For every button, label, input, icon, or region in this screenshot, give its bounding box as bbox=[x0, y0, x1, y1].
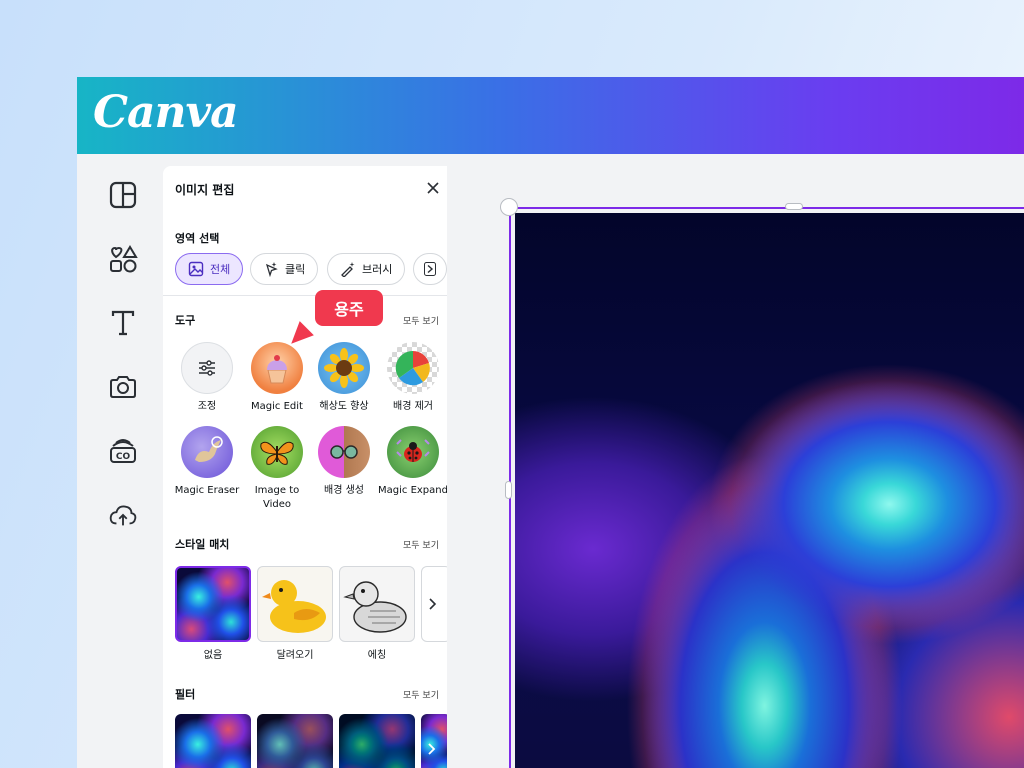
chip-brush-label: 브러시 bbox=[362, 263, 393, 276]
chip-all[interactable]: 전체 bbox=[175, 253, 244, 285]
style-scroll-right[interactable] bbox=[421, 566, 447, 642]
style-etching-thumb[interactable] bbox=[339, 566, 415, 642]
style-match-see-all-link[interactable]: 모두 보기 bbox=[403, 538, 439, 551]
tool-adjust[interactable]: 조정 bbox=[172, 342, 242, 414]
svg-text:CO: CO bbox=[116, 452, 131, 462]
tool-image-to-video[interactable]: Image to Video bbox=[242, 426, 312, 512]
chip-click[interactable]: 클릭 bbox=[250, 253, 319, 285]
tool-upscale[interactable]: 해상도 향상 bbox=[309, 342, 379, 414]
butterfly-icon bbox=[251, 426, 303, 478]
filter-thumb-3[interactable] bbox=[339, 714, 415, 768]
style-rubber-duck-thumb[interactable] bbox=[257, 566, 333, 642]
image-icon bbox=[188, 261, 204, 277]
chip-all-label: 전체 bbox=[210, 263, 231, 276]
text-icon[interactable] bbox=[108, 308, 138, 338]
tool-magic-edit-label: Magic Edit bbox=[251, 401, 303, 412]
chip-click-label: 클릭 bbox=[285, 263, 306, 276]
filters-title: 필터 bbox=[175, 688, 196, 701]
left-rail: CO bbox=[77, 154, 163, 768]
tool-upscale-label: 해상도 향상 bbox=[319, 401, 369, 412]
canva-app: Canva CO 이미지 편집 영역 선택 전체 클릭 브러시 도구 모두 보기… bbox=[77, 77, 1024, 768]
style-match-title: 스타일 매치 bbox=[175, 538, 230, 551]
tool-magic-expand[interactable]: Magic Expand bbox=[378, 426, 447, 498]
ladybug-icon bbox=[387, 426, 439, 478]
bird-icon bbox=[181, 426, 233, 478]
close-icon[interactable] bbox=[425, 180, 441, 196]
chevron-right-icon bbox=[424, 262, 436, 276]
chevron-right-icon bbox=[428, 743, 436, 755]
style-rubber-duck-label: 달려오기 bbox=[276, 650, 314, 661]
elements-icon[interactable] bbox=[108, 244, 138, 274]
style-none-label: 없음 bbox=[203, 650, 223, 661]
annotation-tag: 용주 bbox=[315, 290, 383, 326]
filter-thumb-1[interactable] bbox=[175, 714, 251, 768]
filter-thumb-2[interactable] bbox=[257, 714, 333, 768]
edit-image-panel: 이미지 편집 영역 선택 전체 클릭 브러시 도구 모두 보기 조정 Magic… bbox=[163, 166, 447, 768]
beach-ball-icon bbox=[387, 342, 439, 394]
rotate-handle[interactable] bbox=[500, 198, 518, 216]
etched-duck-icon bbox=[343, 581, 407, 633]
tool-bg-generate[interactable]: 배경 생성 bbox=[309, 426, 379, 498]
area-select-title: 영역 선택 bbox=[175, 232, 220, 245]
layout-icon[interactable] bbox=[108, 180, 138, 210]
resize-handle-left[interactable] bbox=[505, 481, 512, 499]
resize-handle-top[interactable] bbox=[785, 203, 803, 210]
tool-bg-remove[interactable]: 배경 제거 bbox=[378, 342, 447, 414]
canva-logo[interactable]: Canva bbox=[93, 87, 239, 138]
tool-magic-eraser-label: Magic Eraser bbox=[174, 485, 240, 496]
sunglasses-icon bbox=[318, 426, 370, 478]
top-bar: Canva bbox=[77, 77, 1024, 154]
tool-image-to-video-label: Image to Video bbox=[254, 485, 300, 510]
magic-brush-icon bbox=[341, 262, 355, 277]
tool-magic-eraser[interactable]: Magic Eraser bbox=[172, 426, 242, 498]
sliders-icon bbox=[181, 342, 233, 394]
tool-adjust-label: 조정 bbox=[197, 401, 217, 412]
tool-magic-edit[interactable]: Magic Edit bbox=[242, 342, 312, 414]
rubber-duck-icon bbox=[262, 580, 326, 633]
chevron-right-icon bbox=[429, 598, 437, 610]
sparkle-cursor-icon bbox=[265, 262, 278, 277]
chip-brush[interactable]: 브러시 bbox=[327, 253, 406, 285]
upload-cloud-icon[interactable] bbox=[108, 500, 138, 530]
section-divider bbox=[163, 295, 447, 296]
selection-frame bbox=[509, 207, 1024, 768]
tools-title: 도구 bbox=[175, 314, 196, 327]
panel-title: 이미지 편집 bbox=[175, 183, 235, 197]
tools-see-all-link[interactable]: 모두 보기 bbox=[403, 314, 439, 327]
tool-magic-expand-label: Magic Expand bbox=[378, 485, 447, 496]
sunflower-icon bbox=[318, 342, 370, 394]
camera-icon[interactable] bbox=[108, 372, 138, 402]
chip-scroll-right[interactable] bbox=[413, 253, 447, 285]
style-none-thumb[interactable] bbox=[175, 566, 251, 642]
filter-scroll-right[interactable] bbox=[421, 714, 447, 768]
filters-see-all-link[interactable]: 모두 보기 bbox=[403, 688, 439, 701]
tool-bg-generate-label: 배경 생성 bbox=[324, 485, 364, 496]
cupcake-icon bbox=[251, 342, 303, 394]
tool-bg-remove-label: 배경 제거 bbox=[393, 401, 433, 412]
brand-co-icon[interactable]: CO bbox=[108, 436, 138, 466]
style-etching-label: 에칭 bbox=[367, 650, 387, 661]
